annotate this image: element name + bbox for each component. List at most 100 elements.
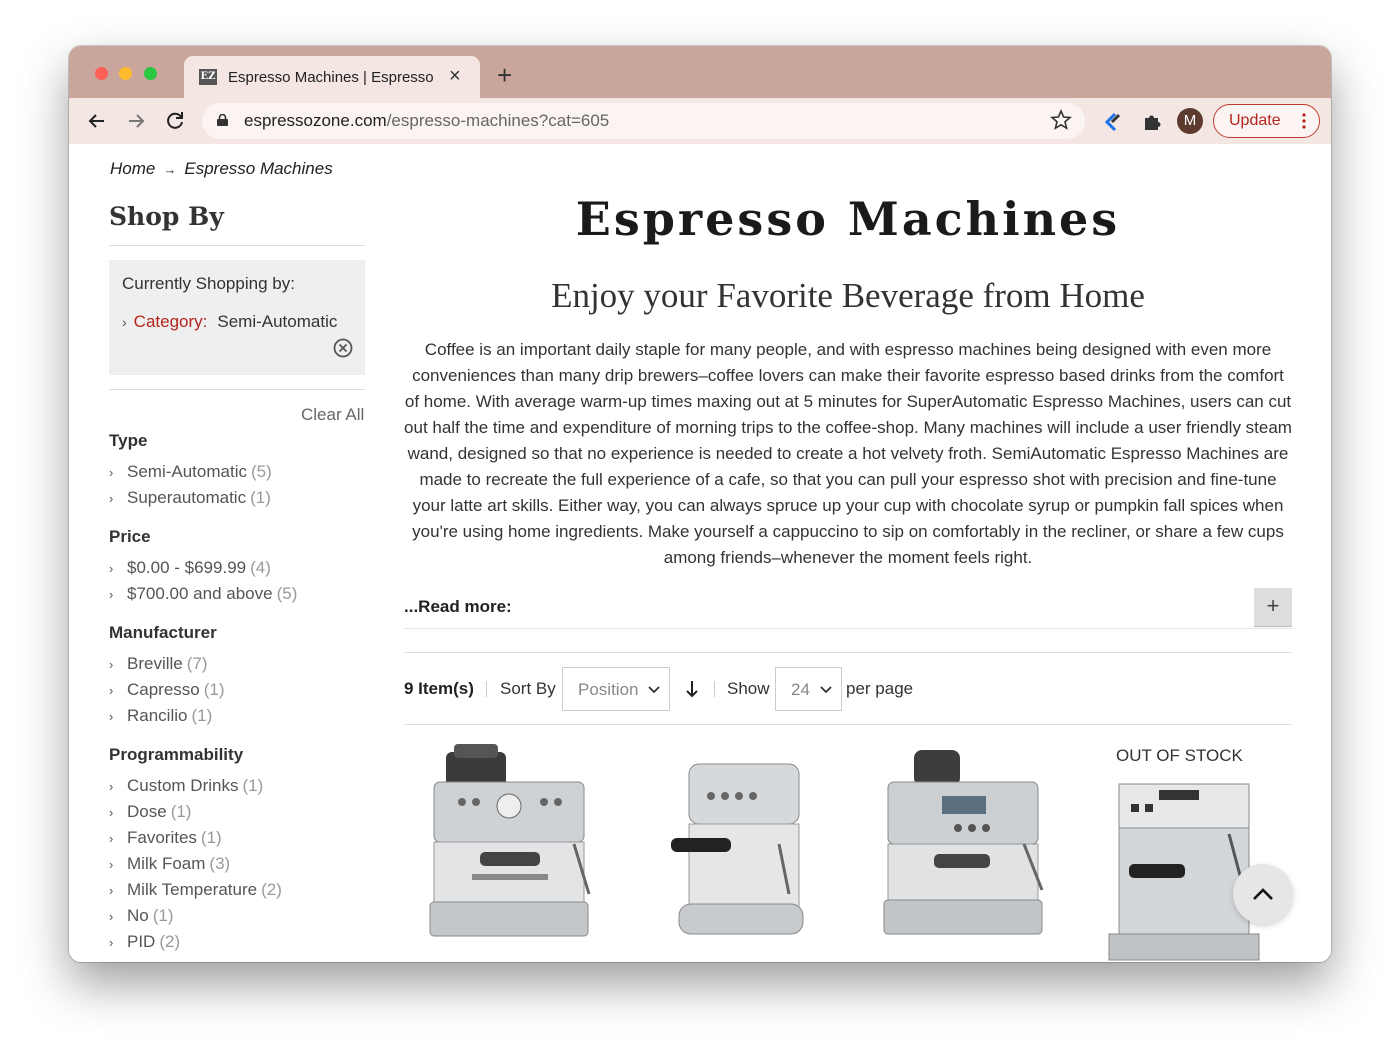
out-of-stock-label: OUT OF STOCK (1116, 746, 1243, 765)
divider (714, 681, 715, 697)
page-subtitle: Enjoy your Favorite Beverage from Home (551, 276, 1145, 315)
filter-group-programmability: Programmability › Custom Drinks (1) › Dose (… (109, 745, 282, 958)
filter-option[interactable]: › Custom Drinks (1) (109, 776, 282, 802)
filter-title: Programmability (109, 745, 244, 764)
breadcrumb-home-link[interactable]: Home (110, 159, 155, 178)
filter-title: Price (109, 527, 151, 546)
limit-select-value: 24 (791, 680, 810, 699)
tab-bar: EZ Espresso Machines | Espresso × + (69, 46, 1331, 98)
close-window-button[interactable] (95, 67, 108, 80)
filter-option[interactable]: › PID (2) (109, 932, 282, 958)
filter-option-count: (7) (186, 654, 208, 673)
browser-window: EZ Espresso Machines | Espresso × + espr… (69, 46, 1331, 962)
product-toolbar: 9 Item(s) Sort By Position Show 24 per p… (404, 667, 1292, 711)
filter-title: Manufacturer (109, 623, 217, 642)
chevron-right-icon: › (109, 805, 114, 820)
current-filters-title: Currently Shopping by: (122, 274, 295, 293)
filter-option-count: (1) (242, 776, 264, 795)
filter-option-label: PID (127, 932, 156, 951)
filter-option-label: Breville (127, 654, 183, 673)
filter-option[interactable]: › $0.00 - $699.99 (4) (109, 558, 297, 584)
update-button[interactable]: Update (1213, 104, 1320, 138)
filter-option-count: (1) (203, 680, 225, 699)
filter-option[interactable]: › Superautomatic (1) (109, 488, 272, 514)
filter-option[interactable]: › Milk Foam (3) (109, 854, 282, 880)
page-title: Espresso Machines (575, 192, 1121, 246)
url-text: espressozone.com/espresso-machines?cat=6… (244, 111, 609, 131)
update-label: Update (1229, 112, 1281, 129)
filter-option-label: $0.00 - $699.99 (127, 558, 247, 577)
filter-option-count: (1) (250, 488, 271, 507)
url-path: /espresso-machines?cat=605 (386, 111, 610, 130)
sort-by-label: Sort By (500, 679, 556, 698)
reload-icon[interactable] (161, 107, 189, 135)
divider (486, 681, 487, 697)
divider (404, 652, 1292, 653)
product-image-barista-pro[interactable] (874, 744, 1054, 944)
address-bar[interactable]: espressozone.com/espresso-machines?cat=6… (202, 103, 1085, 139)
filter-option-count: (5) (276, 584, 298, 603)
filter-option-label: No (127, 906, 149, 925)
new-tab-button[interactable]: + (497, 62, 512, 88)
divider (404, 724, 1292, 725)
current-filters-box: Currently Shopping by: › Category: Semi-Au… (109, 260, 365, 375)
filter-option[interactable]: › Rancilio (1) (109, 706, 225, 732)
current-filter-label: Category: (133, 312, 208, 331)
minimize-window-button[interactable] (119, 67, 132, 80)
back-arrow-icon[interactable] (83, 107, 111, 135)
sort-direction-arrow-icon[interactable] (684, 679, 700, 699)
product-image-barista-express[interactable] (424, 744, 604, 944)
chevron-down-icon (648, 686, 660, 694)
per-page-label: per page (846, 679, 914, 698)
divider (109, 245, 365, 246)
read-more-label[interactable]: ...Read more: (404, 597, 512, 617)
product-image-bambino-plus[interactable] (649, 744, 829, 944)
filter-option[interactable]: › $700.00 and above (5) (109, 584, 297, 610)
profile-avatar[interactable]: M (1177, 108, 1203, 134)
clear-all-link[interactable]: Clear All (301, 405, 364, 425)
filter-option[interactable]: › Breville (7) (109, 654, 225, 680)
forward-arrow-icon[interactable] (122, 107, 150, 135)
filter-option[interactable]: › No (1) (109, 906, 282, 932)
browser-toolbar: espressozone.com/espresso-machines?cat=6… (69, 98, 1331, 145)
scroll-to-top-button[interactable] (1233, 864, 1293, 924)
chevron-right-icon: › (109, 883, 114, 898)
show-label: Show (727, 679, 770, 698)
category-description: Coffee is an important daily staple for … (404, 340, 1292, 567)
shop-by-heading: Shop By (109, 202, 224, 231)
extensions-puzzle-icon[interactable] (1140, 110, 1164, 134)
kebab-menu-icon[interactable] (1302, 111, 1306, 131)
bookmark-star-icon[interactable] (1050, 109, 1072, 131)
filter-option-label: Milk Foam (127, 854, 206, 873)
site-favicon-icon: EZ (199, 69, 217, 85)
expand-description-button[interactable]: + (1254, 588, 1292, 627)
filter-option[interactable]: › Milk Temperature (2) (109, 880, 282, 906)
current-filter-value: Semi-Automatic (217, 312, 338, 331)
filter-option-label: Milk Temperature (127, 880, 258, 899)
filter-option-label: Rancilio (127, 706, 188, 725)
chevron-right-icon: › (109, 831, 114, 846)
filter-option[interactable]: › Capresso (1) (109, 680, 225, 706)
filter-option-count: (1) (152, 906, 174, 925)
sort-select[interactable]: Position (562, 667, 670, 711)
limit-select[interactable]: 24 (775, 667, 842, 711)
filter-option-count: (3) (209, 854, 231, 873)
chevron-right-icon: › (109, 709, 114, 724)
filter-option[interactable]: › Favorites (1) (109, 828, 282, 854)
chevron-right-icon: › (109, 909, 114, 924)
chevron-right-icon: › (109, 657, 114, 672)
breadcrumb-separator-icon: → (163, 162, 177, 177)
chevron-right-icon: › (109, 587, 114, 602)
extension-k-icon[interactable] (1100, 110, 1124, 134)
filter-option-label: Superautomatic (127, 488, 247, 507)
maximize-window-button[interactable] (144, 67, 157, 80)
filter-option[interactable]: › Semi-Automatic (5) (109, 462, 272, 488)
filter-option-label: $700.00 and above (127, 584, 273, 603)
close-tab-icon[interactable]: × (449, 66, 461, 86)
browser-tab[interactable]: EZ Espresso Machines | Espresso × (184, 56, 480, 98)
filter-option[interactable]: › Dose (1) (109, 802, 282, 828)
filter-option-label: Dose (127, 802, 167, 821)
items-count: 9 Item(s) (404, 679, 474, 698)
breadcrumb-current: Espresso Machines (184, 159, 333, 178)
remove-filter-icon[interactable] (333, 338, 353, 358)
